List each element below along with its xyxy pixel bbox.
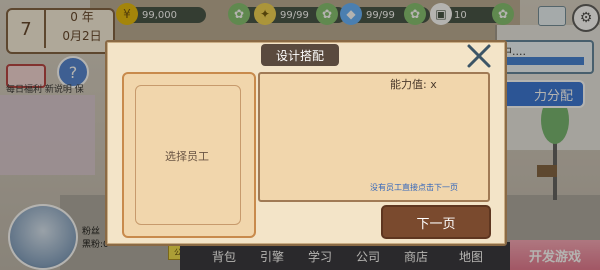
- ability-value: 能力值: x: [390, 78, 437, 91]
- no-employee-hint: 没有员工直接点击下一页: [370, 183, 458, 192]
- game-scene: 7 0 年 0月2日 99,000 ¥ ✿ 99/99 ✦ ✿ 99/99 ◆ …: [0, 0, 600, 270]
- select-employee-label: 选择员工: [165, 150, 209, 163]
- modal-title: 设计搭配: [261, 44, 339, 66]
- next-page-button[interactable]: 下一页: [381, 205, 491, 239]
- close-icon: [467, 44, 491, 68]
- close-button[interactable]: [464, 41, 494, 71]
